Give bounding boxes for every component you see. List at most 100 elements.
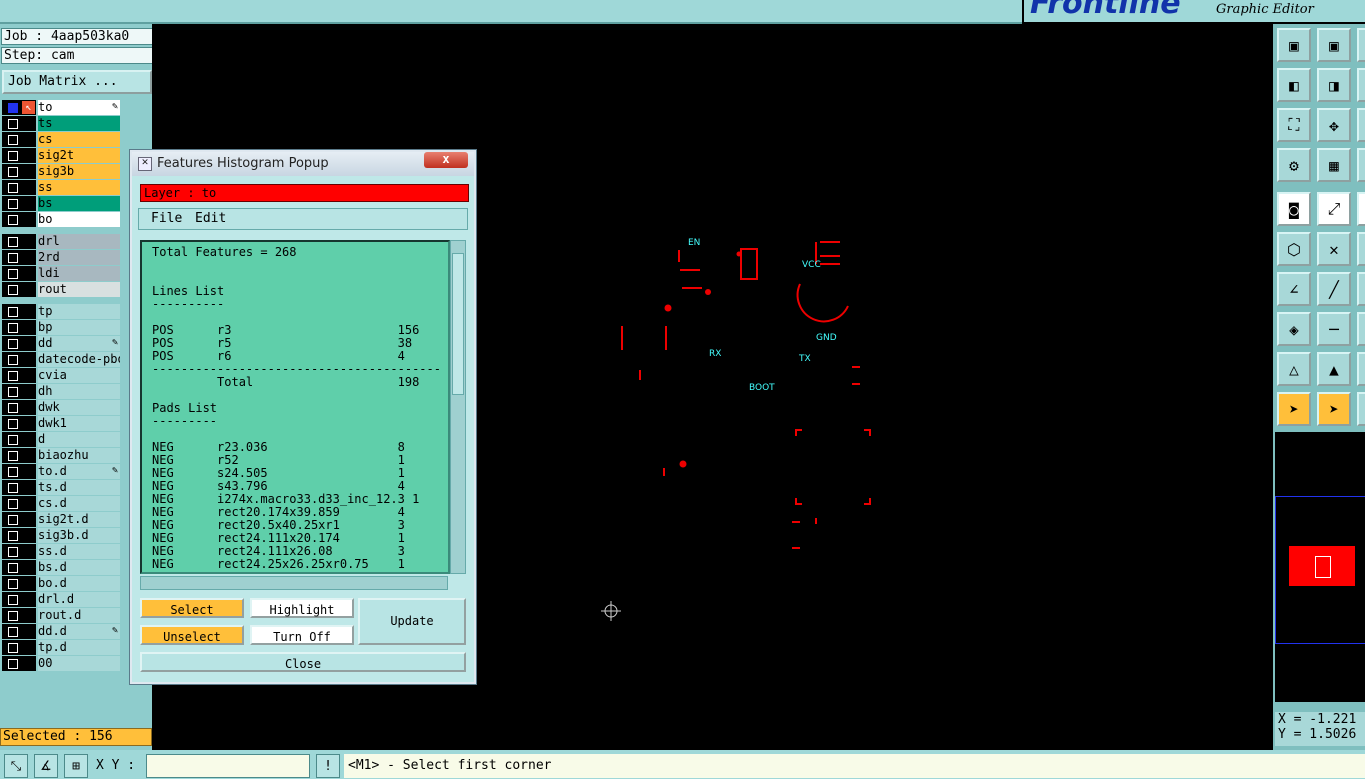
layer-row[interactable]: ts xyxy=(2,116,122,131)
layer-row[interactable]: dd.d ✎ xyxy=(2,624,122,639)
layer-checkbox[interactable] xyxy=(8,659,18,669)
job-matrix-button[interactable]: Job Matrix ... xyxy=(2,70,152,94)
triangle-icon[interactable]: △ xyxy=(1277,352,1311,386)
layer-row[interactable]: dd ✎ xyxy=(2,336,122,351)
zoom-window-icon[interactable]: ⤡ xyxy=(4,754,28,778)
layer-row[interactable]: rout.d xyxy=(2,608,122,623)
layer-checkbox[interactable] xyxy=(8,611,18,621)
layer-checkbox[interactable] xyxy=(8,627,18,637)
layer-row[interactable]: sig3b.d xyxy=(2,528,122,543)
layer-checkbox[interactable] xyxy=(8,451,18,461)
layer-checkbox[interactable] xyxy=(8,563,18,573)
layer-checkbox[interactable] xyxy=(8,371,18,381)
layer-row[interactable]: datecode-pbo xyxy=(2,352,122,367)
pan-down-icon[interactable]: ▣ xyxy=(1317,28,1351,62)
minimap[interactable] xyxy=(1275,432,1365,702)
layer-row[interactable]: tp xyxy=(2,304,122,319)
more-icon[interactable]: ▣ xyxy=(1357,192,1365,226)
more-icon[interactable]: ▣ xyxy=(1357,148,1365,182)
layer-row[interactable]: to.d ✎ xyxy=(2,464,122,479)
menu-edit[interactable]: Edit xyxy=(195,211,226,226)
turn-off-button[interactable]: Turn Off xyxy=(250,625,354,645)
layer-checkbox[interactable] xyxy=(8,237,18,247)
layer-checkbox[interactable] xyxy=(8,103,18,113)
layer-row[interactable]: sig2t.d xyxy=(2,512,122,527)
highlight-button[interactable]: Highlight xyxy=(250,598,354,618)
warning-icon[interactable]: ! xyxy=(316,754,340,778)
layer-row[interactable]: ts.d xyxy=(2,480,122,495)
layer-row[interactable]: sig3b xyxy=(2,164,122,179)
layer-row[interactable]: ↖ to ✎ xyxy=(2,100,122,115)
layer-row[interactable]: bo.d xyxy=(2,576,122,591)
layer-checkbox[interactable] xyxy=(8,199,18,209)
layer-checkbox[interactable] xyxy=(8,515,18,525)
layer-checkbox[interactable] xyxy=(8,269,18,279)
xy-input[interactable] xyxy=(146,754,310,778)
layer-checkbox[interactable] xyxy=(8,579,18,589)
snap-icon[interactable]: ◙ xyxy=(1277,192,1311,226)
pointer-icon[interactable]: ➤ xyxy=(1277,392,1311,426)
pan-right-icon[interactable]: ◨ xyxy=(1317,68,1351,102)
hline-icon[interactable]: ─ xyxy=(1317,312,1351,346)
more-icon[interactable]: ▣ xyxy=(1357,392,1365,426)
layer-checkbox[interactable] xyxy=(8,499,18,509)
layer-checkbox[interactable] xyxy=(8,547,18,557)
layer-checkbox[interactable] xyxy=(8,419,18,429)
layer-checkbox[interactable] xyxy=(8,531,18,541)
layer-checkbox[interactable] xyxy=(8,167,18,177)
zoom-center-icon[interactable]: ✥ xyxy=(1317,108,1351,142)
layer-row[interactable]: ss xyxy=(2,180,122,195)
layer-row[interactable]: ldi xyxy=(2,266,122,281)
layer-row[interactable]: bo xyxy=(2,212,122,227)
layer-row[interactable]: bs.d xyxy=(2,560,122,575)
layer-row[interactable]: biaozhu xyxy=(2,448,122,463)
measure-icon[interactable]: ⤢ xyxy=(1317,192,1351,226)
grid-icon[interactable]: ▦ xyxy=(1317,148,1351,182)
layer-checkbox[interactable] xyxy=(8,387,18,397)
pointer-select-icon[interactable]: ➤ xyxy=(1317,392,1351,426)
layer-row[interactable]: dh xyxy=(2,384,122,399)
layer-checkbox[interactable] xyxy=(8,339,18,349)
angle-icon[interactable]: ∠ xyxy=(1277,272,1311,306)
more-icon[interactable]: ▣ xyxy=(1357,28,1365,62)
more-icon[interactable]: ▣ xyxy=(1357,272,1365,306)
layer-row[interactable]: bs xyxy=(2,196,122,211)
angle-measure-icon[interactable]: ∡ xyxy=(34,754,58,778)
triangle-alt-icon[interactable]: ▲ xyxy=(1317,352,1351,386)
line-icon[interactable]: ╱ xyxy=(1317,272,1351,306)
layer-row[interactable]: rout xyxy=(2,282,122,297)
close-icon[interactable]: x xyxy=(424,152,468,168)
layer-checkbox[interactable] xyxy=(8,135,18,145)
layer-row[interactable]: cs.d xyxy=(2,496,122,511)
layer-row[interactable]: dwk1 xyxy=(2,416,122,431)
select-button[interactable]: Select xyxy=(140,598,244,618)
unselect-button[interactable]: Unselect xyxy=(140,625,244,645)
layer-row[interactable]: dwk xyxy=(2,400,122,415)
delete-icon[interactable]: ✕ xyxy=(1317,232,1351,266)
more-icon[interactable]: ▣ xyxy=(1357,312,1365,346)
layer-checkbox[interactable] xyxy=(8,467,18,477)
layer-checkbox[interactable] xyxy=(8,483,18,493)
layer-checkbox[interactable] xyxy=(8,215,18,225)
layer-row[interactable]: bp xyxy=(2,320,122,335)
vertical-scrollbar[interactable] xyxy=(450,240,466,574)
layer-checkbox[interactable] xyxy=(8,323,18,333)
horizontal-scrollbar[interactable] xyxy=(140,576,448,590)
close-button[interactable]: Close xyxy=(140,652,466,672)
layer-checkbox[interactable] xyxy=(8,435,18,445)
layer-row[interactable]: sig2t xyxy=(2,148,122,163)
menu-file[interactable]: File xyxy=(151,211,182,226)
update-button[interactable]: Update xyxy=(358,598,466,645)
layer-checkbox[interactable] xyxy=(8,183,18,193)
more-icon[interactable]: ▣ xyxy=(1357,352,1365,386)
layer-row[interactable]: ss.d xyxy=(2,544,122,559)
snap-grid-icon[interactable]: ⊞ xyxy=(64,754,88,778)
layer-row[interactable]: cvia xyxy=(2,368,122,383)
layer-checkbox[interactable] xyxy=(8,403,18,413)
more-icon[interactable]: ▣ xyxy=(1357,68,1365,102)
pan-up-icon[interactable]: ▣ xyxy=(1277,28,1311,62)
popup-titlebar[interactable]: ✕ Features Histogram Popup xyxy=(132,152,474,176)
layer-checkbox[interactable] xyxy=(8,253,18,263)
histogram-text[interactable]: Total Features = 268 Lines List ----------… xyxy=(140,240,450,574)
layer-row[interactable]: drl xyxy=(2,234,122,249)
